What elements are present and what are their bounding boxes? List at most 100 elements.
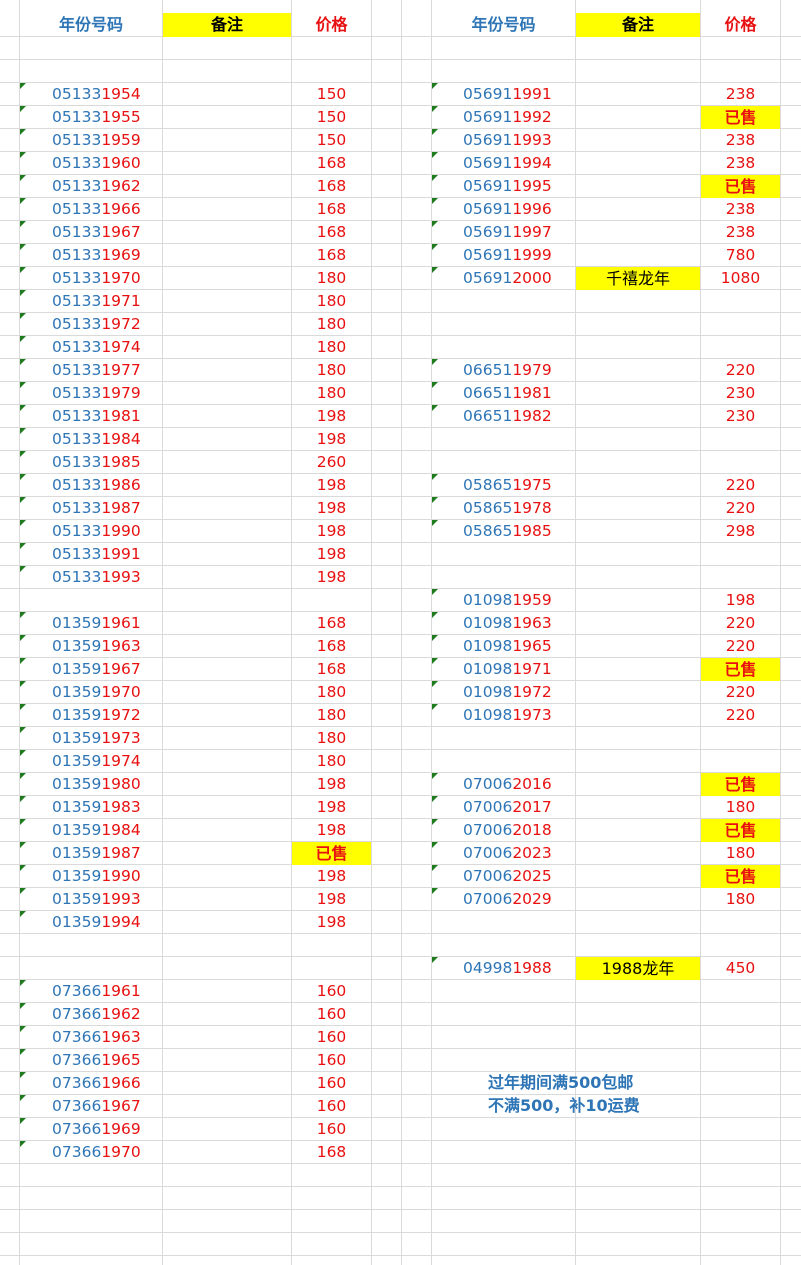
phone-number-cell[interactable]: 051331979 [52,382,141,405]
phone-number-cell[interactable]: 066511979 [463,359,552,382]
phone-number-cell[interactable]: 051331966 [52,198,141,221]
phone-number-cell[interactable]: 051331991 [52,543,141,566]
phone-number-cell[interactable]: 013591984 [52,819,141,842]
price-cell[interactable]: 180 [292,290,371,313]
phone-number-cell[interactable]: 070062016 [463,773,552,796]
sold-badge[interactable]: 已售 [701,819,780,842]
price-cell[interactable]: 198 [292,474,371,497]
phone-number-cell[interactable]: 013591973 [52,727,141,750]
phone-number-cell[interactable]: 010981971 [463,658,552,681]
phone-number-cell[interactable]: 010981965 [463,635,552,658]
sold-badge[interactable]: 已售 [701,773,780,796]
price-cell[interactable]: 180 [292,336,371,359]
phone-number-cell[interactable]: 051331970 [52,267,141,290]
phone-number-cell[interactable]: 051331986 [52,474,141,497]
price-cell[interactable]: 1080 [701,267,780,290]
price-cell[interactable]: 180 [701,796,780,819]
phone-number-cell[interactable]: 013591994 [52,911,141,934]
price-cell[interactable]: 198 [292,865,371,888]
price-cell[interactable]: 168 [292,244,371,267]
footer-shipping-line-2[interactable]: 不满500，补10运费 [488,1094,640,1117]
phone-number-cell[interactable]: 051331960 [52,152,141,175]
phone-number-cell[interactable]: 056911994 [463,152,552,175]
phone-number-cell[interactable]: 010981973 [463,704,552,727]
phone-number-cell[interactable]: 051331974 [52,336,141,359]
price-cell[interactable]: 198 [292,819,371,842]
price-cell[interactable]: 220 [701,497,780,520]
phone-number-cell[interactable]: 051331993 [52,566,141,589]
price-cell[interactable]: 198 [292,428,371,451]
phone-number-cell[interactable]: 013591974 [52,750,141,773]
phone-number-cell[interactable]: 073661969 [52,1118,141,1141]
phone-number-cell[interactable]: 056911999 [463,244,552,267]
phone-number-cell[interactable]: 013591987 [52,842,141,865]
price-cell[interactable]: 238 [701,152,780,175]
phone-number-cell[interactable]: 073661962 [52,1003,141,1026]
price-cell[interactable]: 180 [292,750,371,773]
note-cell[interactable]: 1988龙年 [576,957,700,980]
phone-number-cell[interactable]: 051331990 [52,520,141,543]
phone-number-cell[interactable]: 056911995 [463,175,552,198]
price-cell[interactable]: 450 [701,957,780,980]
phone-number-cell[interactable]: 058651975 [463,474,552,497]
phone-number-cell[interactable]: 051331987 [52,497,141,520]
phone-number-cell[interactable]: 058651985 [463,520,552,543]
price-cell[interactable]: 180 [292,382,371,405]
phone-number-cell[interactable]: 051331955 [52,106,141,129]
header-note-left[interactable]: 备注 [163,13,291,37]
price-cell[interactable]: 160 [292,1095,371,1118]
price-cell[interactable]: 220 [701,612,780,635]
price-cell[interactable]: 168 [292,1141,371,1164]
price-cell[interactable]: 238 [701,198,780,221]
phone-number-cell[interactable]: 010981959 [463,589,552,612]
price-cell[interactable]: 180 [292,704,371,727]
price-cell[interactable]: 150 [292,83,371,106]
header-price-right[interactable]: 价格 [701,13,780,37]
price-cell[interactable]: 160 [292,980,371,1003]
phone-number-cell[interactable]: 013591983 [52,796,141,819]
price-cell[interactable]: 230 [701,382,780,405]
price-cell[interactable]: 180 [292,359,371,382]
price-cell[interactable]: 168 [292,152,371,175]
price-cell[interactable]: 180 [292,681,371,704]
price-cell[interactable]: 160 [292,1049,371,1072]
phone-number-cell[interactable]: 070062018 [463,819,552,842]
header-note-right[interactable]: 备注 [576,13,700,37]
phone-number-cell[interactable]: 051331971 [52,290,141,313]
price-cell[interactable]: 220 [701,681,780,704]
phone-number-cell[interactable]: 066511981 [463,382,552,405]
phone-number-cell[interactable]: 056912000 [463,267,552,290]
phone-number-cell[interactable]: 070062029 [463,888,552,911]
price-cell[interactable]: 160 [292,1003,371,1026]
phone-number-cell[interactable]: 013591972 [52,704,141,727]
header-price-left[interactable]: 价格 [292,13,371,37]
phone-number-cell[interactable]: 013591993 [52,888,141,911]
phone-number-cell[interactable]: 056911991 [463,83,552,106]
price-cell[interactable]: 198 [292,566,371,589]
phone-number-cell[interactable]: 051331969 [52,244,141,267]
phone-number-cell[interactable]: 013591963 [52,635,141,658]
note-cell[interactable]: 千禧龙年 [576,267,700,290]
phone-number-cell[interactable]: 013591970 [52,681,141,704]
price-cell[interactable]: 198 [292,888,371,911]
price-cell[interactable]: 198 [292,543,371,566]
price-cell[interactable]: 150 [292,106,371,129]
phone-number-cell[interactable]: 051331962 [52,175,141,198]
sold-badge[interactable]: 已售 [292,842,371,865]
sold-badge[interactable]: 已售 [701,175,780,198]
price-cell[interactable]: 220 [701,474,780,497]
price-cell[interactable]: 220 [701,635,780,658]
price-cell[interactable]: 220 [701,704,780,727]
phone-number-cell[interactable]: 013591967 [52,658,141,681]
phone-number-cell[interactable]: 056911993 [463,129,552,152]
phone-number-cell[interactable]: 051331967 [52,221,141,244]
phone-number-cell[interactable]: 056911996 [463,198,552,221]
phone-number-cell[interactable]: 051331977 [52,359,141,382]
price-cell[interactable]: 160 [292,1026,371,1049]
price-cell[interactable]: 220 [701,359,780,382]
price-cell[interactable]: 238 [701,129,780,152]
phone-number-cell[interactable]: 051331981 [52,405,141,428]
price-cell[interactable]: 168 [292,175,371,198]
sold-badge[interactable]: 已售 [701,865,780,888]
phone-number-cell[interactable]: 051331959 [52,129,141,152]
